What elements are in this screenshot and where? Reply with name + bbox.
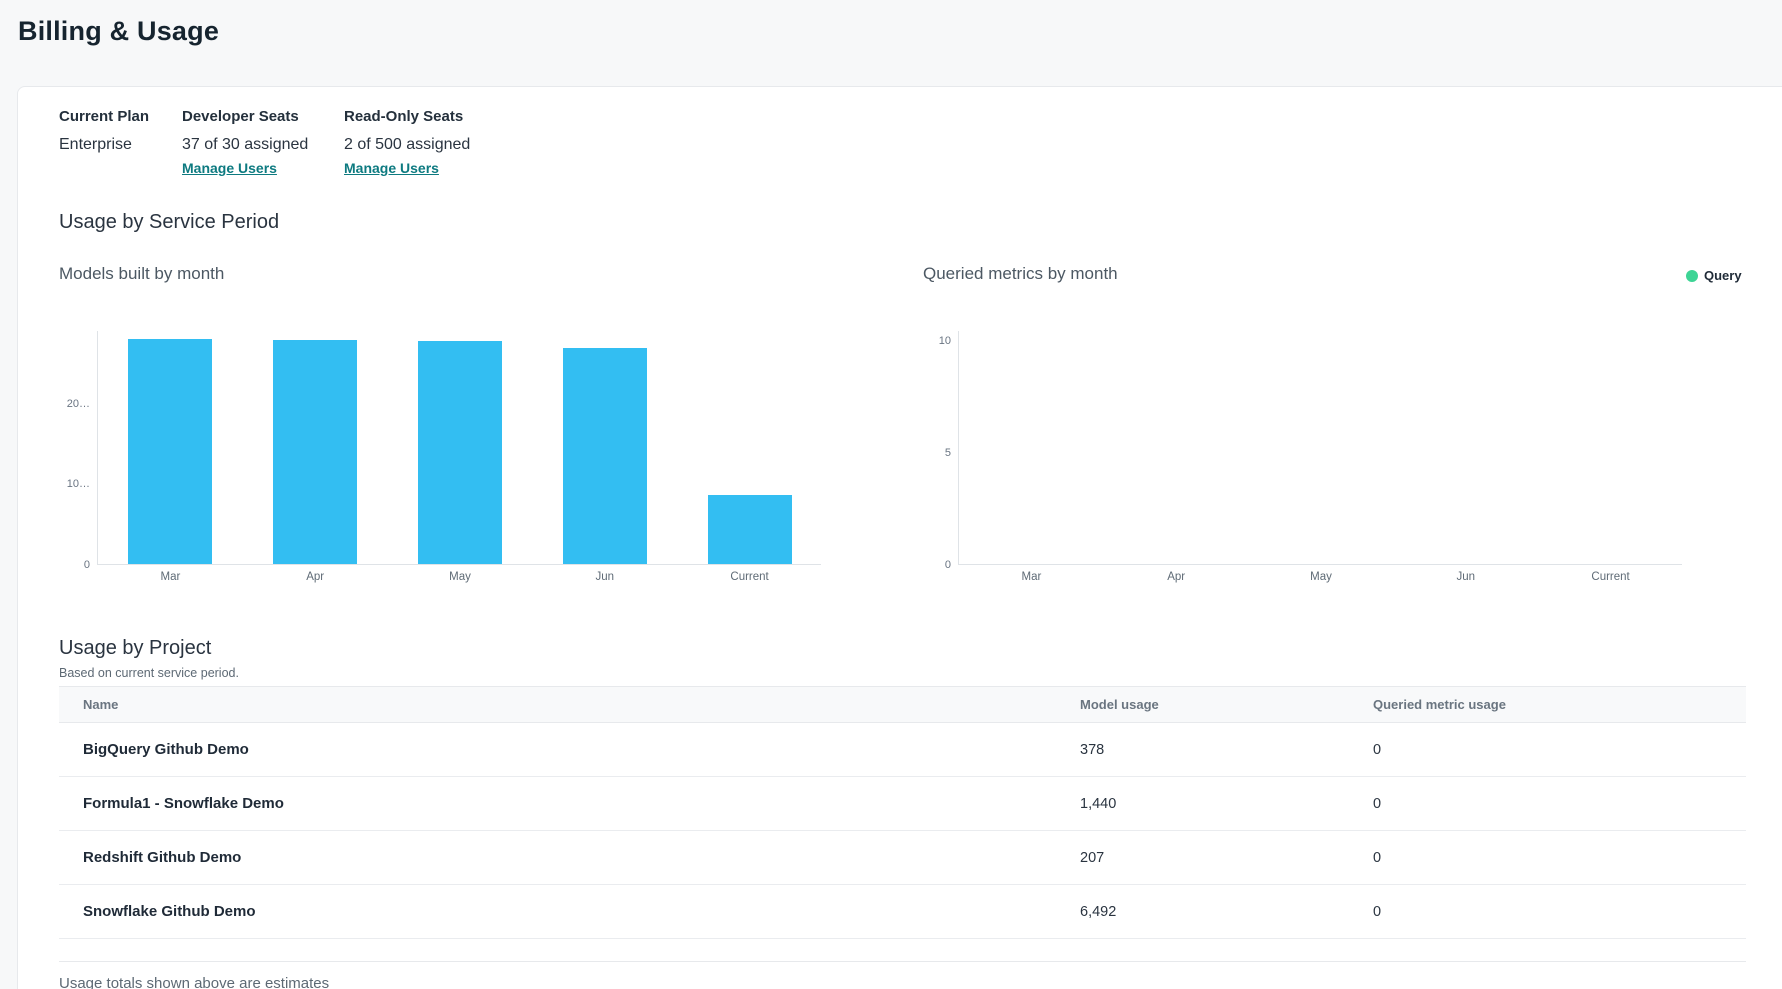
table-row: BigQuery Github Demo3780 <box>59 723 1746 777</box>
table-row: Snowflake Github Demo6,4920 <box>59 885 1746 939</box>
project-usage-table: Name Model usage Queried metric usage Bi… <box>59 686 1746 939</box>
query-legend-dot <box>1686 270 1698 282</box>
table-body: BigQuery Github Demo3780Formula1 - Snowf… <box>59 723 1746 939</box>
column-header-queried-metric-usage: Queried metric usage <box>1373 697 1746 712</box>
bar-apr <box>273 340 357 564</box>
column-header-model-usage: Model usage <box>1080 697 1373 712</box>
billing-card: Current Plan Enterprise Developer Seats … <box>17 86 1782 989</box>
plan-summary: Current Plan Enterprise Developer Seats … <box>59 108 470 176</box>
readonly-seats-value: 2 of 500 assigned <box>344 136 470 154</box>
developer-seats-label: Developer Seats <box>182 108 344 125</box>
usage-by-project-subtitle: Based on current service period. <box>59 666 239 680</box>
queried-metrics-chart: 0510MarAprMayJunCurrent <box>958 331 1682 565</box>
page-title: Billing & Usage <box>18 16 219 47</box>
table-end-divider <box>59 961 1746 962</box>
x-axis-tick-label: May <box>1276 571 1366 583</box>
project-name-cell: Formula1 - Snowflake Demo <box>59 795 1080 812</box>
metrics-chart-title: Queried metrics by month <box>923 264 1118 284</box>
table-header-row: Name Model usage Queried metric usage <box>59 686 1746 723</box>
project-name-cell: Redshift Github Demo <box>59 849 1080 866</box>
x-axis-tick-label: Mar <box>125 571 215 583</box>
manage-developer-users-link[interactable]: Manage Users <box>182 160 344 176</box>
current-plan-value: Enterprise <box>59 136 182 154</box>
x-axis-tick-label: Apr <box>1131 571 1221 583</box>
usage-estimate-note: Usage totals shown above are estimates <box>59 975 329 989</box>
model-usage-cell: 6,492 <box>1080 904 1373 920</box>
query-legend-label: Query <box>1704 268 1742 283</box>
bar-current <box>708 495 792 564</box>
table-row: Formula1 - Snowflake Demo1,4400 <box>59 777 1746 831</box>
table-row: Redshift Github Demo2070 <box>59 831 1746 885</box>
models-chart-title: Models built by month <box>59 264 224 284</box>
project-name-cell: Snowflake Github Demo <box>59 903 1080 920</box>
usage-by-service-period-title: Usage by Service Period <box>59 211 279 234</box>
x-axis-tick-label: Jun <box>560 571 650 583</box>
project-name-cell: BigQuery Github Demo <box>59 741 1080 758</box>
queried-metric-usage-cell: 0 <box>1373 796 1746 812</box>
readonly-seats-label: Read-Only Seats <box>344 108 470 125</box>
usage-by-project-title: Usage by Project <box>59 637 211 660</box>
x-axis-tick-label: Current <box>705 571 795 583</box>
y-axis-tick-label: 20… <box>50 398 90 410</box>
current-plan-column: Current Plan Enterprise <box>59 108 182 176</box>
model-usage-cell: 207 <box>1080 850 1373 866</box>
x-axis-tick-label: Apr <box>270 571 360 583</box>
models-built-chart: 010…20…MarAprMayJunCurrent <box>97 331 821 565</box>
developer-seats-value: 37 of 30 assigned <box>182 136 344 154</box>
y-axis-tick-label: 0 <box>50 559 90 571</box>
bar-mar <box>128 339 212 564</box>
manage-readonly-users-link[interactable]: Manage Users <box>344 160 470 176</box>
queried-metric-usage-cell: 0 <box>1373 850 1746 866</box>
readonly-seats-column: Read-Only Seats 2 of 500 assigned Manage… <box>344 108 470 176</box>
developer-seats-column: Developer Seats 37 of 30 assigned Manage… <box>182 108 344 176</box>
y-axis-tick-label: 5 <box>911 447 951 459</box>
x-axis-tick-label: May <box>415 571 505 583</box>
model-usage-cell: 378 <box>1080 742 1373 758</box>
current-plan-label: Current Plan <box>59 108 182 125</box>
column-header-name: Name <box>59 697 1080 712</box>
x-axis-tick-label: Jun <box>1421 571 1511 583</box>
bar-jun <box>563 348 647 564</box>
bar-may <box>418 341 502 565</box>
query-legend: Query <box>1686 268 1742 283</box>
x-axis-tick-label: Current <box>1566 571 1656 583</box>
queried-metric-usage-cell: 0 <box>1373 742 1746 758</box>
queried-metric-usage-cell: 0 <box>1373 904 1746 920</box>
y-axis-tick-label: 10… <box>50 478 90 490</box>
y-axis-tick-label: 10 <box>911 335 951 347</box>
model-usage-cell: 1,440 <box>1080 796 1373 812</box>
y-axis-tick-label: 0 <box>911 559 951 571</box>
x-axis-tick-label: Mar <box>986 571 1076 583</box>
